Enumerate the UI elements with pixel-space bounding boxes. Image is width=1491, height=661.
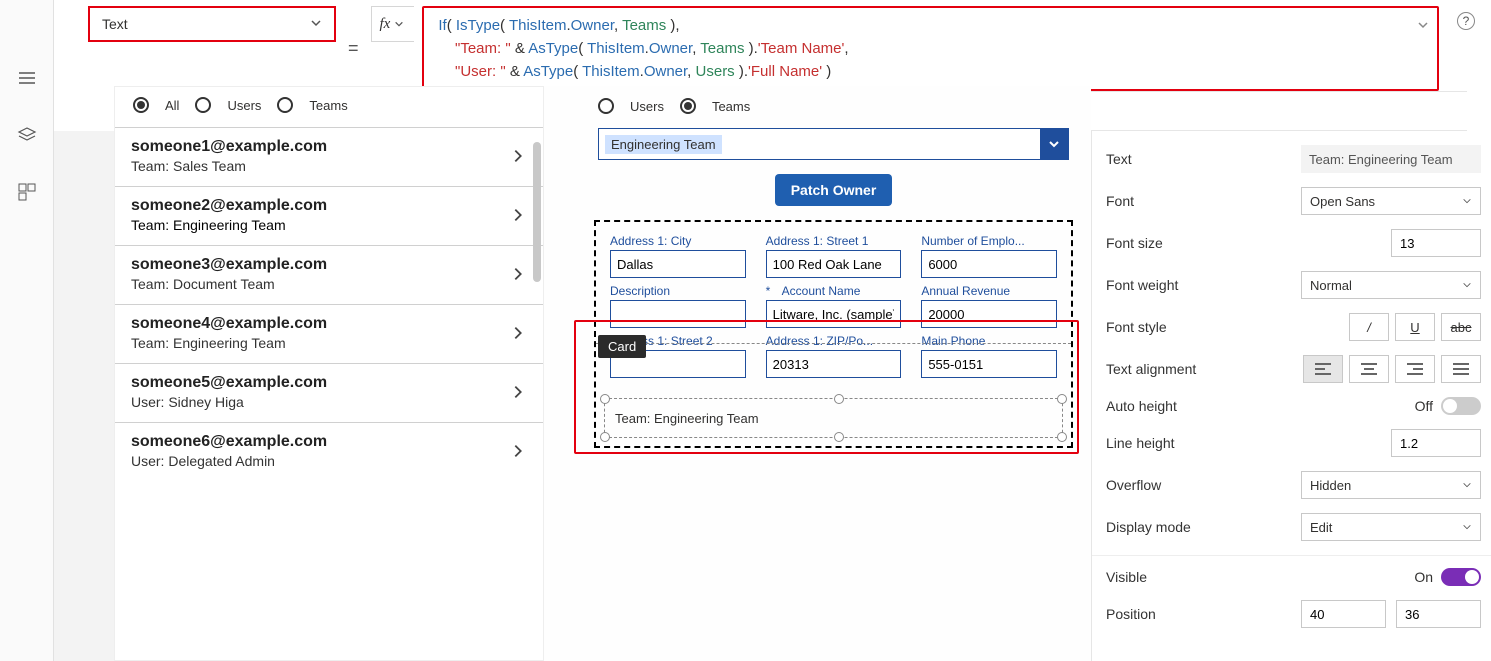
gallery-row[interactable]: someone6@example.comUser: Delegated Admi… [115,422,543,481]
left-rail [0,0,54,661]
italic-button[interactable]: / [1349,313,1389,341]
phone-input[interactable] [921,350,1057,378]
gallery-pane: All Users Teams someone1@example.comTeam… [114,86,544,661]
revenue-input[interactable] [921,300,1057,328]
gallery-row[interactable]: someone2@example.comTeam: Engineering Te… [115,186,543,245]
prop-text[interactable] [1301,145,1481,173]
gallery-row[interactable]: someone4@example.comTeam: Engineering Te… [115,304,543,363]
prop-overflow[interactable]: Hidden [1301,471,1481,499]
chevron-down-icon [1040,128,1068,160]
form-pane: Users Teams Engineering Team Patch Owner… [544,86,1091,661]
chevron-right-icon [509,324,527,342]
equals-label: = [344,38,363,59]
property-selector-label: Text [102,16,128,32]
team-dropdown[interactable]: Engineering Team [598,128,1069,160]
gallery-row[interactable]: someone1@example.comTeam: Sales Team [115,127,543,186]
selected-text-card[interactable]: Team: Engineering Team [604,398,1063,438]
align-left-button[interactable] [1303,355,1343,383]
formula-editor[interactable]: If( IsType( ThisItem.Owner, Teams ), "Te… [422,6,1439,91]
layers-icon[interactable] [17,125,37,148]
filter-users-radio[interactable] [195,97,211,113]
property-selector[interactable]: Text [88,6,336,42]
prop-line-height[interactable] [1391,429,1481,457]
prop-font-size[interactable] [1391,229,1481,257]
owner-users-radio[interactable] [598,98,614,114]
account-name-input[interactable] [766,300,902,328]
chevron-right-icon [509,265,527,283]
components-icon[interactable] [17,182,37,205]
align-center-button[interactable] [1349,355,1389,383]
chevron-right-icon [509,442,527,460]
hamburger-icon[interactable] [17,68,37,91]
auto-height-toggle[interactable] [1441,397,1481,415]
filter-all-radio[interactable] [133,97,149,113]
chevron-right-icon [509,383,527,401]
form-card: Address 1: City Address 1: Street 1 Numb… [594,220,1073,448]
employees-input[interactable] [921,250,1057,278]
gallery-row[interactable]: someone3@example.comTeam: Document Team [115,245,543,304]
strike-button[interactable]: abc [1441,313,1481,341]
zip-input[interactable] [766,350,902,378]
city-input[interactable] [610,250,746,278]
description-input[interactable] [610,300,746,328]
chevron-right-icon [509,147,527,165]
chevron-down-icon[interactable] [1417,16,1429,38]
filter-teams-radio[interactable] [277,97,293,113]
fx-label[interactable]: fx [371,6,415,42]
street1-input[interactable] [766,250,902,278]
prop-pos-x[interactable] [1301,600,1386,628]
align-right-button[interactable] [1395,355,1435,383]
prop-display-mode[interactable]: Edit [1301,513,1481,541]
gallery-row[interactable]: someone5@example.comUser: Sidney Higa [115,363,543,422]
patch-owner-button[interactable]: Patch Owner [775,174,893,206]
underline-button[interactable]: U [1395,313,1435,341]
help-icon[interactable]: ? [1457,12,1475,30]
card-tooltip: Card [598,335,646,358]
chevron-right-icon [509,206,527,224]
prop-font-weight[interactable]: Normal [1301,271,1481,299]
prop-pos-y[interactable] [1396,600,1481,628]
formula-bar-row: Text = fx If( IsType( ThisItem.Owner, Te… [54,0,1491,91]
chevron-down-icon [310,16,322,32]
properties-panel: Text FontOpen Sans Font size Font weight… [1091,131,1491,661]
visible-toggle[interactable] [1441,568,1481,586]
scrollbar-thumb[interactable] [533,142,541,282]
owner-teams-radio[interactable] [680,98,696,114]
align-justify-button[interactable] [1441,355,1481,383]
prop-font[interactable]: Open Sans [1301,187,1481,215]
